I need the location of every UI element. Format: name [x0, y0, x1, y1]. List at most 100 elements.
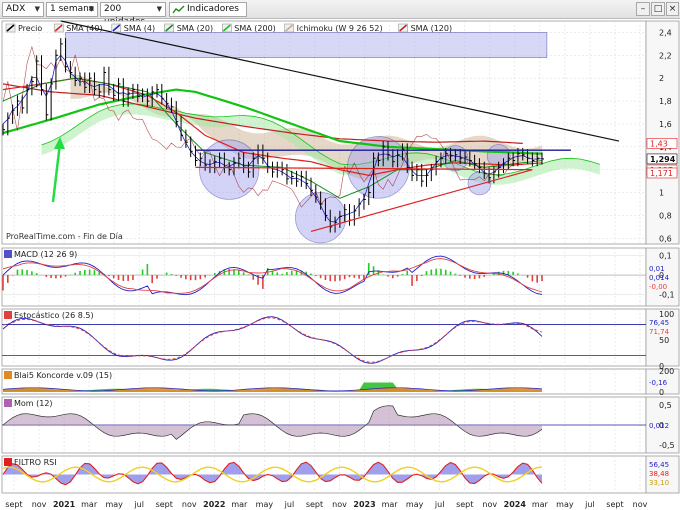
x-tick-label: may: [406, 500, 424, 509]
price-ytick-label: 1,6: [659, 120, 672, 129]
close-button[interactable]: ×: [666, 2, 679, 16]
indicators-label: Indicadores: [187, 4, 239, 14]
x-tick-label: jul: [584, 500, 595, 509]
chevron-down-icon: ▼: [34, 5, 40, 13]
sma20-icon: [164, 23, 174, 33]
koncorde-title: Blai5 Koncorde v.09 (15): [14, 371, 112, 380]
x-tick-label: may: [256, 500, 274, 509]
price-value-label: 1,43: [650, 139, 668, 148]
x-tick-label: jul: [133, 500, 144, 509]
sma4-icon: [111, 23, 122, 33]
panel-frame-stochastic: [1, 308, 647, 367]
price-ytick-label: 0,6: [659, 234, 672, 243]
x-tick-label: sept: [156, 500, 173, 509]
sma40-icon: [53, 23, 64, 33]
sma200-icon: [222, 23, 232, 33]
x-tick-label: may: [105, 500, 123, 509]
indicators-icon: [172, 5, 185, 14]
x-tick-label: nov: [482, 500, 497, 509]
stochastic-icon: [4, 311, 12, 319]
momentum-ytick-label: 0,5: [659, 401, 672, 410]
ticker-label: ADX: [6, 4, 26, 14]
panel-frame-macd: [1, 247, 647, 307]
chevron-down-icon: ▼: [156, 5, 162, 13]
koncorde-icon: [4, 371, 12, 379]
stochastic-value-label: 71,74: [649, 328, 670, 336]
koncorde-value-label: -0,16: [649, 379, 668, 387]
price-ytick-label: 1: [659, 189, 664, 198]
filtro-rsi-title: FILTRO RSI: [14, 458, 57, 467]
stochastic-ytick-label: 100: [659, 310, 674, 319]
price-ytick-label: 2,2: [659, 51, 672, 60]
indicators-button[interactable]: Indicadores: [169, 2, 247, 17]
x-tick-label: sept: [5, 500, 22, 509]
macd-value-label: -0,00: [649, 283, 667, 291]
momentum-value-label: 0,012: [649, 422, 669, 430]
stochastic-title: Estocástico (26 8.5): [14, 311, 94, 320]
momentum-title: Mom (12): [14, 399, 53, 408]
x-tick-label: mar: [532, 500, 549, 509]
source-label: ProRealTime.com - Fin de Día: [6, 232, 123, 241]
price-value-label: 1,294: [650, 155, 676, 164]
legend-item-label: SMA (40): [66, 24, 102, 33]
period-select[interactable]: 1 semana ▼: [46, 2, 98, 17]
minimize-button[interactable]: –: [636, 2, 650, 16]
x-tick-label: mar: [231, 500, 248, 509]
price-ytick-label: 1,8: [659, 97, 672, 106]
macd-ytick-label: 0,1: [659, 252, 672, 261]
price-value-label: 1,171: [650, 169, 673, 178]
x-tick-label: sept: [306, 500, 323, 509]
legend-item-label: SMA (20): [177, 24, 213, 33]
stochastic-value-label: 76,45: [649, 319, 669, 327]
chart-svg[interactable]: 2,42,221,81,61,41,210,80,61,431,2941,197…: [0, 19, 680, 510]
x-tick-label: jul: [284, 500, 295, 509]
x-tick-label: mar: [81, 500, 98, 509]
x-tick-label: sept: [456, 500, 473, 509]
macd-title: MACD (12 26 9): [14, 250, 77, 259]
legend-item-label: Ichimoku (W 9 26 52): [297, 24, 383, 33]
stochastic-ytick-label: 50: [659, 336, 669, 345]
filtro-rsi-value-label: 56,45: [649, 461, 669, 469]
filtro-rsi-value-label: 38,48: [649, 470, 669, 478]
close-icon: ×: [668, 4, 677, 14]
x-tick-label: sept: [606, 500, 623, 509]
x-tick-label: may: [556, 500, 574, 509]
x-tick-label: nov: [32, 500, 47, 509]
ticker-select[interactable]: ADX ▼: [2, 2, 44, 17]
price-icon: [5, 23, 16, 33]
minimize-icon: –: [640, 4, 646, 14]
x-tick-label: jul: [434, 500, 445, 509]
macd-ytick-label: -0,1: [659, 290, 675, 299]
macd-value-label: 0,014: [649, 274, 670, 282]
macd-icon: [4, 250, 12, 258]
x-tick-label: nov: [633, 500, 648, 509]
x-tick-label: nov: [182, 500, 197, 509]
x-tick-label: 2024: [504, 500, 527, 509]
toolbar: ADX ▼ 1 semana▼ 200 unidades▼ Indicadores…: [0, 0, 680, 27]
x-tick-label: 2021: [53, 500, 76, 509]
annotation-rectangle: [65, 32, 548, 58]
chart-area: 2,42,221,81,61,41,210,80,61,431,2941,197…: [0, 19, 680, 510]
koncorde-ytick-label: 200: [659, 367, 674, 376]
macd-value-label: 0,01: [649, 265, 665, 273]
legend-item-label: SMA (120): [411, 24, 453, 33]
maximize-icon: □: [653, 4, 663, 14]
legend-item-label: SMA (4): [124, 24, 155, 33]
legend-item-label: Precio: [18, 24, 42, 33]
price-ytick-label: 0,8: [659, 211, 672, 220]
ichimoku-icon: [284, 23, 294, 33]
x-axis: sept nov 2021 mar may jul sept nov 2022 mar may jul…: [5, 500, 647, 509]
price-ytick-label: 2,4: [659, 28, 672, 37]
annotation-circle: [467, 171, 492, 196]
x-tick-label: 2023: [353, 500, 375, 509]
koncorde-ytick-label: 0: [659, 388, 664, 397]
chevron-down-icon: ▼: [88, 5, 94, 13]
sma120-icon: [398, 23, 408, 33]
price-ytick-label: 2: [659, 74, 664, 83]
filtro-rsi-value-label: 33,10: [649, 479, 669, 487]
x-tick-label: nov: [332, 500, 347, 509]
x-tick-label: 2022: [203, 500, 225, 509]
units-select[interactable]: 200 unidades▼: [100, 2, 166, 27]
maximize-button[interactable]: □: [651, 2, 665, 16]
x-tick-label: mar: [382, 500, 399, 509]
